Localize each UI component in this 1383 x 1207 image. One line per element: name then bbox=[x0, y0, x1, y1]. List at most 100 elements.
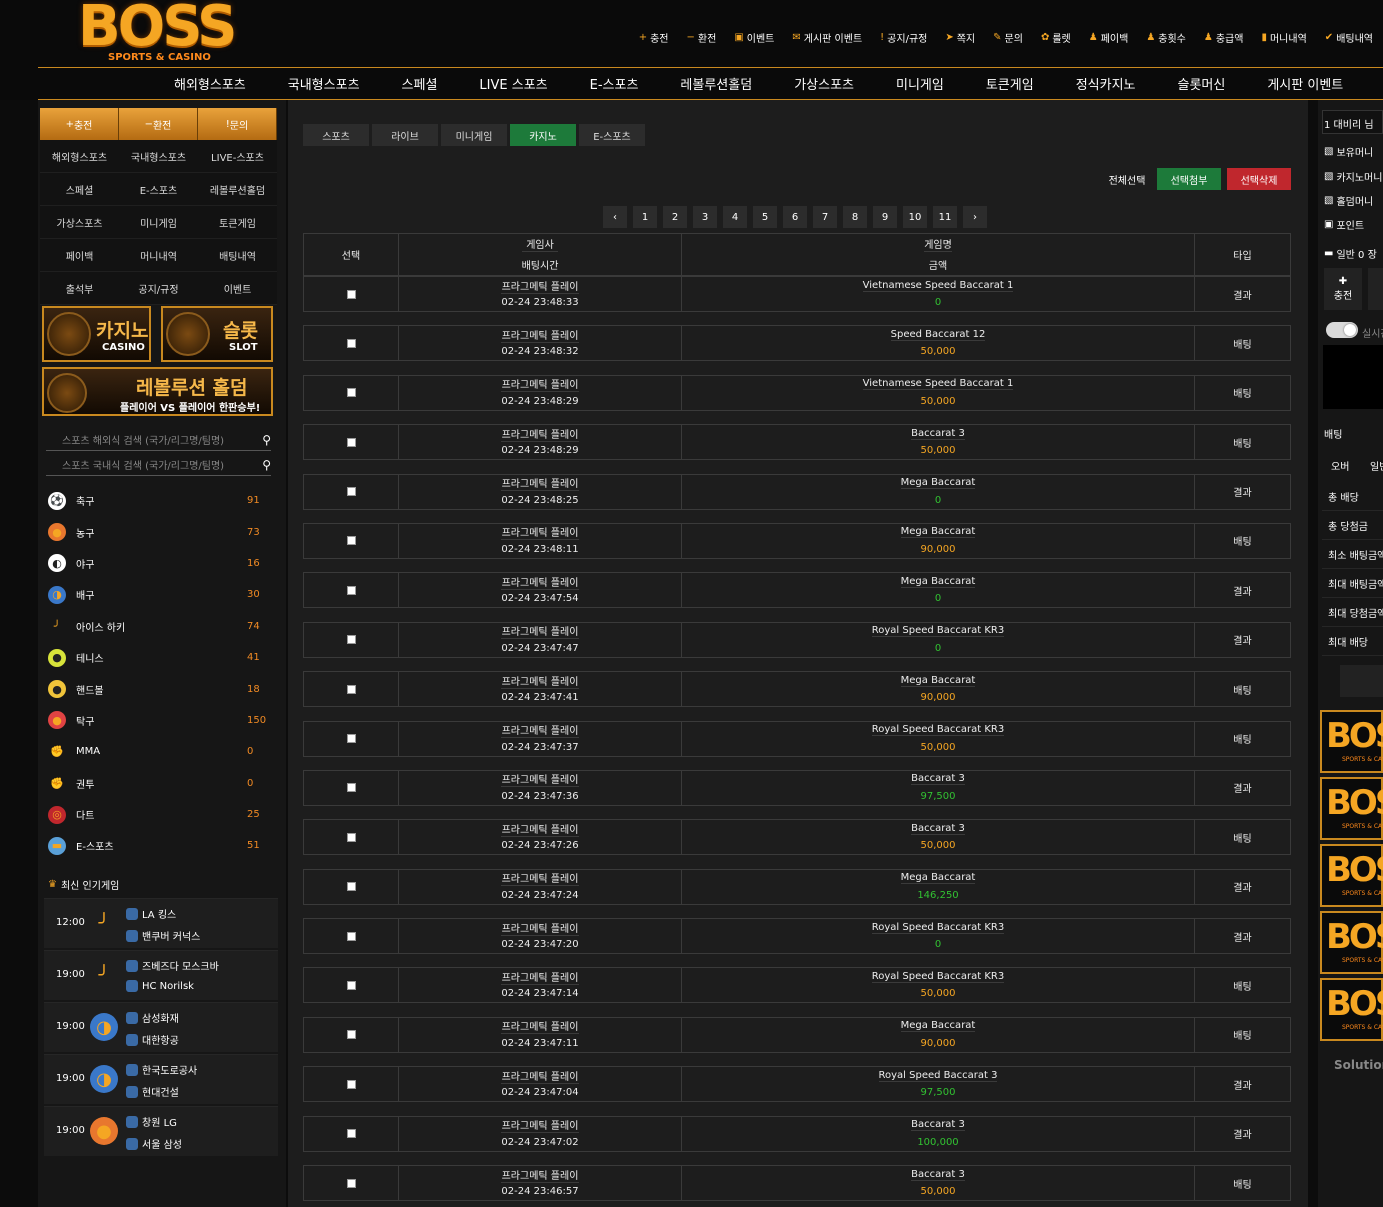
main-nav-item[interactable]: LIVE 스포츠 bbox=[458, 74, 568, 93]
row-checkbox[interactable] bbox=[346, 882, 356, 892]
row-checkbox[interactable] bbox=[346, 1079, 356, 1089]
tab-2[interactable]: 미니게임 bbox=[441, 124, 507, 146]
attach-selected-button[interactable]: 선택첨부 bbox=[1157, 168, 1221, 190]
main-nav-item[interactable]: 가상스포츠 bbox=[773, 74, 875, 93]
quick-button[interactable]: ! 문의 bbox=[198, 108, 277, 140]
left-menu-item[interactable]: 토큰게임 bbox=[198, 206, 277, 239]
row-checkbox[interactable] bbox=[346, 437, 356, 447]
left-menu-item[interactable]: 해외형스포츠 bbox=[40, 140, 119, 173]
tab-0[interactable]: 스포츠 bbox=[303, 124, 369, 146]
sport-item[interactable]: ▬ E-스포츠 51 bbox=[40, 830, 277, 861]
page-button[interactable]: 1 bbox=[633, 206, 657, 228]
popular-game[interactable]: 19:00 ◑ 한국도로공사 현대건설 bbox=[44, 1054, 278, 1104]
row-checkbox[interactable] bbox=[346, 980, 356, 990]
page-button[interactable]: 10 bbox=[903, 206, 927, 228]
top-menu-item[interactable]: ✿ 룰렛 bbox=[1041, 30, 1071, 45]
bet-button[interactable] bbox=[1340, 665, 1383, 697]
main-nav-item[interactable]: 명예 bbox=[1364, 74, 1383, 93]
left-menu-item[interactable]: 스페셜 bbox=[40, 173, 119, 206]
main-nav-item[interactable]: 해외형스포츠 bbox=[38, 74, 267, 93]
page-button[interactable]: 6 bbox=[783, 206, 807, 228]
top-menu-item[interactable]: ✉ 게시판 이벤트 bbox=[792, 30, 862, 45]
row-checkbox[interactable] bbox=[346, 585, 356, 595]
search-icon[interactable]: ⚲ bbox=[262, 433, 271, 447]
popular-game[interactable]: 19:00 ◑ 삼성화재 대한항공 bbox=[44, 1002, 278, 1052]
row-checkbox[interactable] bbox=[346, 1129, 356, 1139]
row-checkbox[interactable] bbox=[346, 388, 356, 398]
left-menu-item[interactable]: 국내형스포츠 bbox=[119, 140, 198, 173]
sport-item[interactable]: ◎ 다트 25 bbox=[40, 799, 277, 830]
top-menu-item[interactable]: ♟ 충급액 bbox=[1204, 30, 1244, 45]
boss-logo-icon[interactable]: BOSSSPORTS & CASINO bbox=[1320, 844, 1383, 907]
page-button[interactable]: 9 bbox=[873, 206, 897, 228]
delete-selected-button[interactable]: 선택삭제 bbox=[1227, 168, 1291, 190]
tab-4[interactable]: E-스포츠 bbox=[579, 124, 645, 146]
left-menu-item[interactable]: 레볼루션홀덤 bbox=[198, 173, 277, 206]
slot-banner[interactable]: 슬롯 SLOT bbox=[161, 306, 273, 362]
select-all-button[interactable]: 전체선택 bbox=[1103, 168, 1151, 190]
tab-1[interactable]: 라이브 bbox=[372, 124, 438, 146]
sport-item[interactable]: ● 핸드볼 18 bbox=[40, 673, 277, 704]
top-menu-item[interactable]: ▮ 머니내역 bbox=[1261, 30, 1306, 45]
main-nav-item[interactable]: 정식카지노 bbox=[1055, 74, 1157, 93]
left-menu-item[interactable]: 출석부 bbox=[40, 272, 119, 305]
realtime-toggle[interactable] bbox=[1326, 322, 1358, 338]
row-checkbox[interactable] bbox=[346, 783, 356, 793]
row-checkbox[interactable] bbox=[346, 289, 356, 299]
row-checkbox[interactable] bbox=[346, 684, 356, 694]
boss-logo-icon[interactable]: BOSSSPORTS & CASINO bbox=[1320, 978, 1383, 1041]
sport-item[interactable]: ● 탁구 150 bbox=[40, 705, 277, 736]
domestic-search-input[interactable]: 스포츠 국내식 검색 (국가/리그명/팀명) bbox=[62, 457, 224, 472]
page-button[interactable]: 3 bbox=[693, 206, 717, 228]
quick-button[interactable]: + 충전 bbox=[40, 108, 119, 140]
page-button[interactable]: 8 bbox=[843, 206, 867, 228]
main-nav-item[interactable]: 게시판 이벤트 bbox=[1246, 74, 1364, 93]
top-menu-item[interactable]: ✔ 배팅내역 bbox=[1325, 30, 1373, 45]
row-checkbox[interactable] bbox=[346, 1030, 356, 1040]
top-menu-item[interactable]: ✎ 문의 bbox=[993, 30, 1023, 45]
holdem-banner[interactable]: 레볼루션 홀덤 플레이어 VS 플레이어 한판승부! bbox=[42, 367, 273, 416]
site-logo[interactable]: BOSS SPORTS & CASINO bbox=[70, 0, 250, 66]
main-nav-item[interactable]: 토큰게임 bbox=[965, 74, 1055, 93]
row-checkbox[interactable] bbox=[346, 487, 356, 497]
popular-game[interactable]: 19:00 ╯ 즈베즈다 모스크바 HC Norilsk bbox=[44, 950, 278, 1000]
row-checkbox[interactable] bbox=[346, 536, 356, 546]
row-checkbox[interactable] bbox=[346, 1178, 356, 1188]
top-menu-item[interactable]: ▣ 이벤트 bbox=[734, 30, 774, 45]
top-menu-item[interactable]: ! 공지/규정 bbox=[880, 30, 927, 45]
sport-item[interactable]: ● 농구 73 bbox=[40, 516, 277, 547]
main-nav-item[interactable]: 국내형스포츠 bbox=[267, 74, 381, 93]
betslip-tab-normal[interactable]: 일반 bbox=[1370, 458, 1383, 473]
exchange-button[interactable] bbox=[1368, 268, 1383, 310]
top-menu-item[interactable]: − 환전 bbox=[687, 30, 717, 45]
left-menu-item[interactable]: 배팅내역 bbox=[198, 239, 277, 272]
left-menu-item[interactable]: 이벤트 bbox=[198, 272, 277, 305]
boss-logo-icon[interactable]: BOSSSPORTS & CASINO bbox=[1320, 710, 1383, 773]
main-nav-item[interactable]: 레볼루션홀덤 bbox=[659, 74, 773, 93]
left-menu-item[interactable]: E-스포츠 bbox=[119, 173, 198, 206]
left-menu-item[interactable]: 미니게임 bbox=[119, 206, 198, 239]
row-checkbox[interactable] bbox=[346, 635, 356, 645]
charge-button[interactable]: ✚ 충전 bbox=[1324, 268, 1362, 310]
row-checkbox[interactable] bbox=[346, 931, 356, 941]
left-menu-item[interactable]: 머니내역 bbox=[119, 239, 198, 272]
domestic-search[interactable]: 스포츠 국내식 검색 (국가/리그명/팀명) ⚲ bbox=[46, 454, 271, 476]
popular-game[interactable]: 12:00 ╯ LA 킹스 밴쿠버 커넉스 bbox=[44, 898, 278, 948]
search-icon[interactable]: ⚲ bbox=[262, 458, 271, 472]
page-button[interactable]: 5 bbox=[753, 206, 777, 228]
page-button[interactable]: 7 bbox=[813, 206, 837, 228]
main-nav-item[interactable]: E-스포츠 bbox=[569, 74, 660, 93]
betslip-tab-over[interactable]: 오버 bbox=[1331, 458, 1349, 473]
boss-logo-icon[interactable]: BOSSSPORTS & CASINO bbox=[1320, 777, 1383, 840]
main-nav-item[interactable]: 스페셜 bbox=[381, 74, 459, 93]
sport-item[interactable]: ✊ MMA 0 bbox=[40, 736, 277, 767]
top-menu-item[interactable]: + 충전 bbox=[639, 30, 669, 45]
overseas-search-input[interactable]: 스포츠 해외식 검색 (국가/리그명/팀명) bbox=[62, 432, 224, 447]
sport-item[interactable]: ✊ 권투 0 bbox=[40, 768, 277, 799]
page-next-button[interactable]: › bbox=[963, 206, 987, 228]
top-menu-item[interactable]: ➤ 쪽지 bbox=[945, 30, 975, 45]
left-menu-item[interactable]: 공지/규정 bbox=[119, 272, 198, 305]
sport-item[interactable]: ◑ 배구 30 bbox=[40, 579, 277, 610]
sport-item[interactable]: ● 테니스 41 bbox=[40, 642, 277, 673]
main-nav-item[interactable]: 슬롯머신 bbox=[1157, 74, 1247, 93]
